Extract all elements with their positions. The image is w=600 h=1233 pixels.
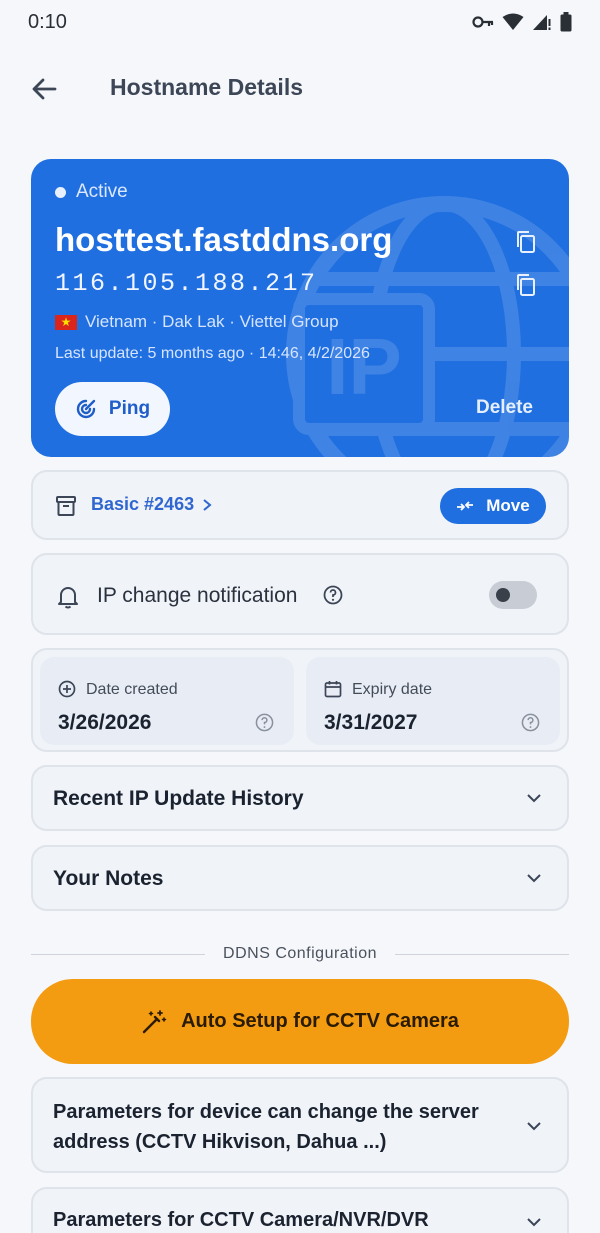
signal-icon: [533, 15, 551, 30]
toggle-knob: [496, 588, 510, 602]
ping-radar-icon: [76, 399, 96, 419]
expiry-date-label: Expiry date: [352, 681, 433, 698]
ip-notification-card: IP change notification: [31, 553, 569, 635]
divider-text: DDNS Configuration: [223, 945, 377, 962]
expiry-date-value: 3/31/2027: [324, 711, 418, 734]
arrow-back-icon: [32, 78, 57, 100]
notification-toggle[interactable]: [489, 581, 537, 609]
chevron-down-icon: [527, 794, 541, 803]
plan-link[interactable]: Basic #2463: [91, 494, 214, 515]
status-indicator: Active: [55, 181, 128, 203]
archive-box-icon: [56, 496, 76, 516]
delete-button[interactable]: Delete: [476, 397, 533, 419]
date-created-box: Date created 3/26/2026: [40, 657, 294, 745]
params-cctv-section[interactable]: Parameters for CCTV Camera/NVR/DVR: [31, 1187, 569, 1233]
date-created-value: 3/26/2026: [58, 711, 152, 734]
wifi-icon: [502, 13, 524, 30]
divider-line: [394, 953, 570, 955]
location-info: Vietnam · Dak Lak · Viettel Group: [55, 312, 339, 332]
params-server-address-section[interactable]: Parameters for device can change the ser…: [31, 1077, 569, 1173]
params-server-address-label: Parameters for device can change the ser…: [53, 1101, 479, 1153]
copy-ip-button[interactable]: [511, 270, 541, 300]
vietnam-flag-icon: [55, 313, 77, 331]
dates-card: Date created 3/26/2026 Expiry date 3/31/…: [31, 648, 569, 752]
status-text: Active: [76, 181, 128, 202]
move-label: Move: [486, 496, 530, 515]
back-button[interactable]: [24, 69, 64, 109]
copy-icon: [517, 274, 535, 296]
date-created-label: Date created: [86, 681, 178, 698]
swap-arrows-icon: [457, 501, 474, 511]
ip-history-label: Recent IP Update History: [53, 787, 304, 810]
hostname-hero-card: IP Active hosttest.fastddns.org 116.105.…: [31, 159, 569, 457]
ping-button[interactable]: Ping: [55, 382, 170, 436]
divider-line: [31, 953, 206, 955]
status-bar: 0:10: [0, 0, 600, 44]
status-dot: [55, 186, 66, 198]
ip-address-text: 116.105.188.217: [55, 269, 318, 298]
magic-wand-icon: [142, 1009, 167, 1033]
plan-card: Basic #2463 Move: [31, 470, 569, 540]
location-text: Vietnam · Dak Lak · Viettel Group: [85, 312, 339, 331]
help-circle-icon[interactable]: [323, 585, 343, 605]
auto-setup-label: Auto Setup for CCTV Camera: [181, 1010, 459, 1032]
watermark-text: IP: [326, 322, 402, 411]
ip-history-section[interactable]: Recent IP Update History: [31, 765, 569, 831]
copy-hostname-button[interactable]: [511, 227, 541, 257]
params-cctv-label: Parameters for CCTV Camera/NVR/DVR: [53, 1209, 429, 1231]
hostname-text: hosttest.fastddns.org: [55, 221, 393, 258]
page-title: Hostname Details: [110, 74, 304, 100]
ping-label: Ping: [108, 398, 151, 419]
vpn-key-icon: [472, 16, 494, 28]
auto-setup-button[interactable]: Auto Setup for CCTV Camera: [31, 979, 569, 1064]
plan-label: Basic #2463: [91, 494, 195, 514]
notes-label: Your Notes: [53, 867, 164, 890]
add-circle-icon: [58, 680, 76, 698]
chevron-right-icon: [203, 498, 212, 511]
move-button[interactable]: Move: [440, 488, 546, 524]
last-update-text: Last update: 5 months ago · 14:46, 4/2/2…: [55, 345, 370, 362]
status-time: 0:10: [28, 10, 67, 33]
notes-section[interactable]: Your Notes: [31, 845, 569, 911]
expiry-date-box: Expiry date 3/31/2027: [306, 657, 560, 745]
chevron-down-icon: [527, 1218, 541, 1227]
ddns-config-divider: DDNS Configuration: [31, 944, 570, 964]
chevron-down-icon: [527, 874, 541, 883]
notification-label: IP change notification: [97, 584, 298, 607]
copy-icon: [517, 231, 535, 253]
help-circle-icon[interactable]: [521, 713, 540, 732]
help-circle-icon[interactable]: [255, 713, 274, 732]
app-bar: Hostname Details: [0, 58, 600, 120]
calendar-icon: [324, 681, 342, 698]
status-icons: [472, 12, 572, 32]
bell-icon: [58, 587, 78, 609]
chevron-down-icon: [527, 1122, 541, 1131]
battery-icon: [560, 12, 572, 32]
